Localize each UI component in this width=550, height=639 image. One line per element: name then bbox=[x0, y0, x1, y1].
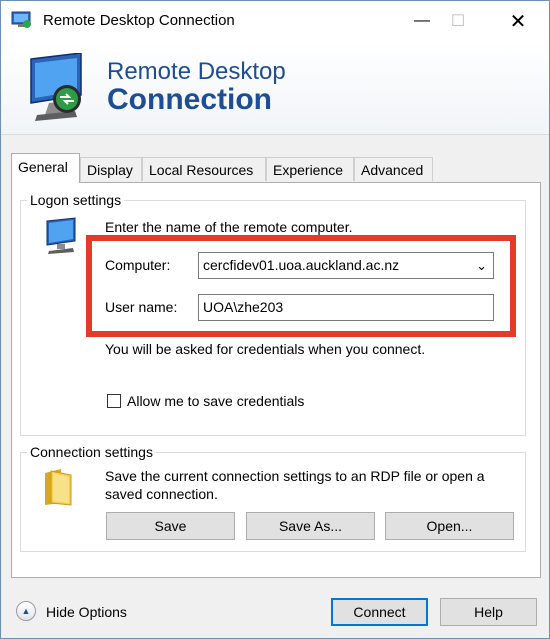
tab-strip: General Display Local Resources Experien… bbox=[11, 153, 541, 183]
logon-settings-legend: Logon settings bbox=[30, 192, 122, 208]
remote-desktop-icon bbox=[30, 53, 82, 121]
header-banner: Remote Desktop Connection bbox=[1, 41, 549, 135]
remote-desktop-icon bbox=[11, 11, 31, 28]
open-button[interactable]: Open... bbox=[385, 512, 514, 540]
save-button[interactable]: Save bbox=[106, 512, 235, 540]
hide-options-label[interactable]: Hide Options bbox=[46, 604, 127, 620]
folder-icon bbox=[45, 469, 72, 506]
help-button[interactable]: Help bbox=[440, 598, 537, 626]
banner-title-line2: Connection bbox=[107, 83, 272, 116]
highlight-box bbox=[86, 235, 516, 337]
credentials-note: You will be asked for credentials when y… bbox=[105, 341, 426, 357]
tab-local-resources[interactable]: Local Resources bbox=[142, 157, 266, 181]
chevron-up-icon[interactable]: ▲ bbox=[16, 601, 36, 621]
close-button[interactable]: ✕ bbox=[495, 1, 541, 41]
tab-display[interactable]: Display bbox=[80, 157, 142, 181]
tab-experience[interactable]: Experience bbox=[266, 157, 354, 181]
window-title: Remote Desktop Connection bbox=[43, 12, 235, 29]
save-credentials-label[interactable]: Allow me to save credentials bbox=[127, 393, 304, 409]
title-bar[interactable]: Remote Desktop Connection — ☐ ✕ bbox=[1, 1, 549, 41]
tab-advanced[interactable]: Advanced bbox=[354, 157, 433, 181]
save-credentials-checkbox[interactable] bbox=[107, 394, 121, 408]
computer-monitor-icon bbox=[46, 217, 76, 254]
banner-title-line1: Remote Desktop bbox=[107, 58, 286, 85]
rdp-window: Remote Desktop Connection — ☐ ✕ Remote D… bbox=[0, 0, 550, 639]
logon-instruction-text: Enter the name of the remote computer. bbox=[105, 219, 353, 235]
connect-button[interactable]: Connect bbox=[331, 598, 428, 626]
tab-general[interactable]: General bbox=[11, 153, 80, 183]
save-as-button[interactable]: Save As... bbox=[246, 512, 375, 540]
maximize-button[interactable]: ☐ bbox=[435, 1, 481, 41]
connection-settings-legend: Connection settings bbox=[30, 444, 153, 460]
connection-description-line2: saved connection. bbox=[105, 486, 218, 502]
connection-description-line1: Save the current connection settings to … bbox=[105, 468, 485, 484]
